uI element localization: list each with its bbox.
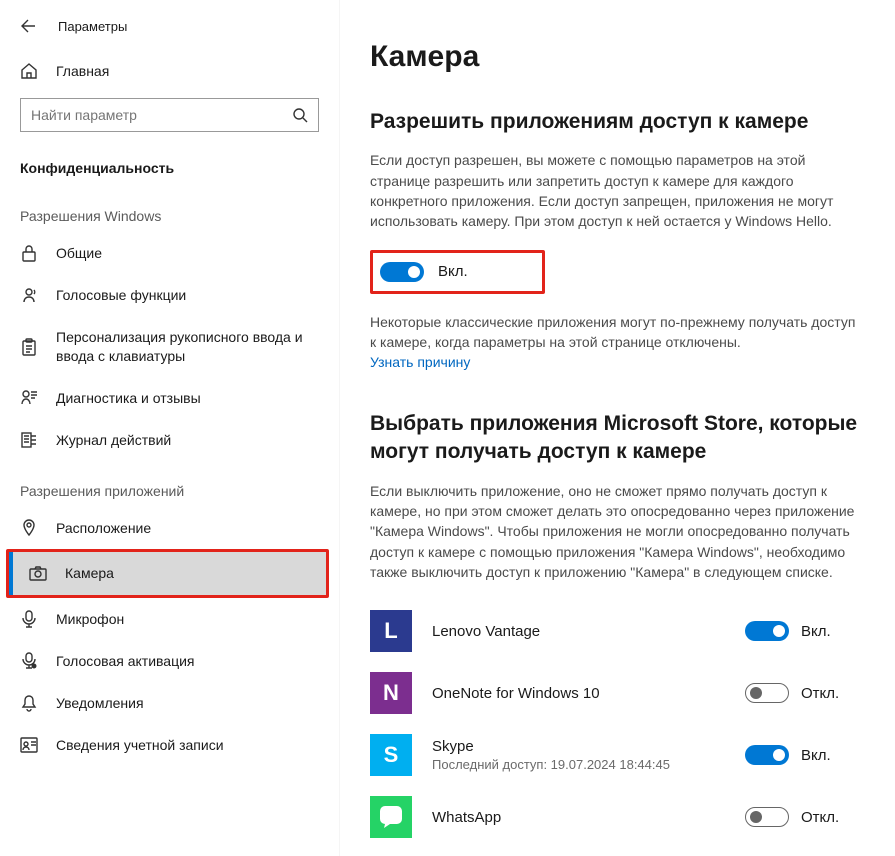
app-name: Skype — [432, 738, 725, 755]
allow-heading: Разрешить приложениям доступ к камере — [370, 108, 865, 136]
location-icon — [20, 519, 38, 537]
sidebar-item-label: Общие — [56, 244, 319, 262]
clipboard-icon — [20, 338, 38, 356]
sidebar-item-label: Голосовые функции — [56, 286, 319, 304]
sidebar-item-diagnostics[interactable]: Диагностика и отзывы — [0, 377, 339, 419]
sidebar-item-location[interactable]: Расположение — [0, 507, 339, 549]
sidebar-item-label: Сведения учетной записи — [56, 736, 319, 754]
feedback-icon — [20, 389, 38, 407]
app-icon: L — [370, 610, 412, 652]
app-info: Skype Последний доступ: 19.07.2024 18:44:… — [432, 738, 725, 772]
history-icon — [20, 431, 38, 449]
app-row: WhatsApp Откл. — [370, 786, 865, 848]
app-row: L Lenovo Vantage Вкл. — [370, 600, 865, 662]
highlight-box-toggle: Вкл. — [370, 250, 545, 294]
back-button[interactable] — [20, 18, 36, 34]
sidebar-item-label: Расположение — [56, 519, 319, 537]
sidebar-item-label: Диагностика и отзывы — [56, 389, 319, 407]
main-content: Камера Разрешить приложениям доступ к ка… — [340, 0, 895, 856]
microphone-icon — [20, 610, 38, 628]
app-toggle[interactable] — [745, 683, 789, 703]
sidebar-item-speech[interactable]: Голосовые функции — [0, 274, 339, 316]
sidebar-item-camera[interactable]: Камера — [9, 552, 326, 594]
app-row: S Skype Последний доступ: 19.07.2024 18:44… — [370, 724, 865, 786]
app-toggle[interactable] — [745, 621, 789, 641]
app-toggle-state: Вкл. — [801, 623, 831, 640]
titlebar: Параметры — [0, 12, 339, 52]
lock-icon — [20, 244, 38, 262]
choose-description: Если выключить приложение, оно не сможет… — [370, 481, 860, 582]
apps-list: L Lenovo Vantage Вкл. N OneNote for Windows … — [370, 600, 865, 848]
app-last-access: Последний доступ: 19.07.2024 18:44:45 — [432, 757, 725, 772]
app-toggle[interactable] — [745, 807, 789, 827]
sidebar-item-label: Уведомления — [56, 694, 319, 712]
app-icon: N — [370, 672, 412, 714]
app-toggle-wrap: Откл. — [745, 683, 865, 703]
sidebar-section-privacy: Конфиденциальность — [0, 146, 339, 186]
app-toggle-wrap: Вкл. — [745, 745, 865, 765]
app-toggle-state: Откл. — [801, 809, 839, 826]
sidebar-item-label: Журнал действий — [56, 431, 319, 449]
sidebar-item-microphone[interactable]: Микрофон — [0, 598, 339, 640]
sidebar-group-apps: Разрешения приложений — [0, 461, 339, 507]
bell-icon — [20, 694, 38, 712]
app-toggle-state: Вкл. — [801, 747, 831, 764]
voice-activation-icon — [20, 652, 38, 670]
home-label: Главная — [56, 63, 109, 79]
camera-icon — [29, 565, 47, 581]
account-icon — [20, 737, 38, 753]
sidebar-item-general[interactable]: Общие — [0, 232, 339, 274]
sidebar-item-label: Персонализация рукописного ввода и ввода… — [56, 328, 319, 364]
allow-camera-toggle[interactable] — [380, 262, 424, 282]
sidebar-item-label: Микрофон — [56, 610, 319, 628]
search-input[interactable] — [20, 98, 319, 132]
toggle-state-label: Вкл. — [438, 263, 468, 280]
sidebar-item-label: Камера — [65, 564, 306, 582]
app-name: Lenovo Vantage — [432, 623, 725, 640]
app-toggle-wrap: Откл. — [745, 807, 865, 827]
sidebar-item-account[interactable]: Сведения учетной записи — [0, 724, 339, 766]
sidebar-item-inking[interactable]: Персонализация рукописного ввода и ввода… — [0, 316, 339, 376]
app-name: WhatsApp — [432, 809, 725, 826]
app-icon — [370, 796, 412, 838]
app-row: N OneNote for Windows 10 Откл. — [370, 662, 865, 724]
highlight-box: Камера — [6, 549, 329, 597]
search-icon — [292, 107, 308, 123]
sidebar: Параметры Главная Конфиденциальность Раз… — [0, 0, 340, 856]
app-toggle-wrap: Вкл. — [745, 621, 865, 641]
app-info: OneNote for Windows 10 — [432, 685, 725, 702]
app-icon: S — [370, 734, 412, 776]
app-info: Lenovo Vantage — [432, 623, 725, 640]
sidebar-item-label: Голосовая активация — [56, 652, 319, 670]
sidebar-item-home[interactable]: Главная — [0, 52, 339, 90]
learn-more-link[interactable]: Узнать причину — [370, 354, 470, 370]
app-toggle[interactable] — [745, 745, 789, 765]
page-title: Камера — [370, 40, 865, 74]
sidebar-item-activity[interactable]: Журнал действий — [0, 419, 339, 461]
search-field[interactable] — [31, 107, 292, 123]
sidebar-item-voice-activation[interactable]: Голосовая активация — [0, 640, 339, 682]
choose-heading: Выбрать приложения Microsoft Store, кото… — [370, 410, 865, 467]
window-title: Параметры — [58, 19, 127, 34]
allow-note: Некоторые классические приложения могут … — [370, 312, 860, 353]
arrow-left-icon — [20, 18, 36, 34]
app-toggle-state: Откл. — [801, 685, 839, 702]
sidebar-group-windows: Разрешения Windows — [0, 186, 339, 232]
app-name: OneNote for Windows 10 — [432, 685, 725, 702]
allow-description: Если доступ разрешен, вы можете с помощь… — [370, 150, 860, 231]
app-info: WhatsApp — [432, 809, 725, 826]
speech-icon — [20, 286, 38, 304]
sidebar-item-notifications[interactable]: Уведомления — [0, 682, 339, 724]
home-icon — [20, 62, 38, 80]
